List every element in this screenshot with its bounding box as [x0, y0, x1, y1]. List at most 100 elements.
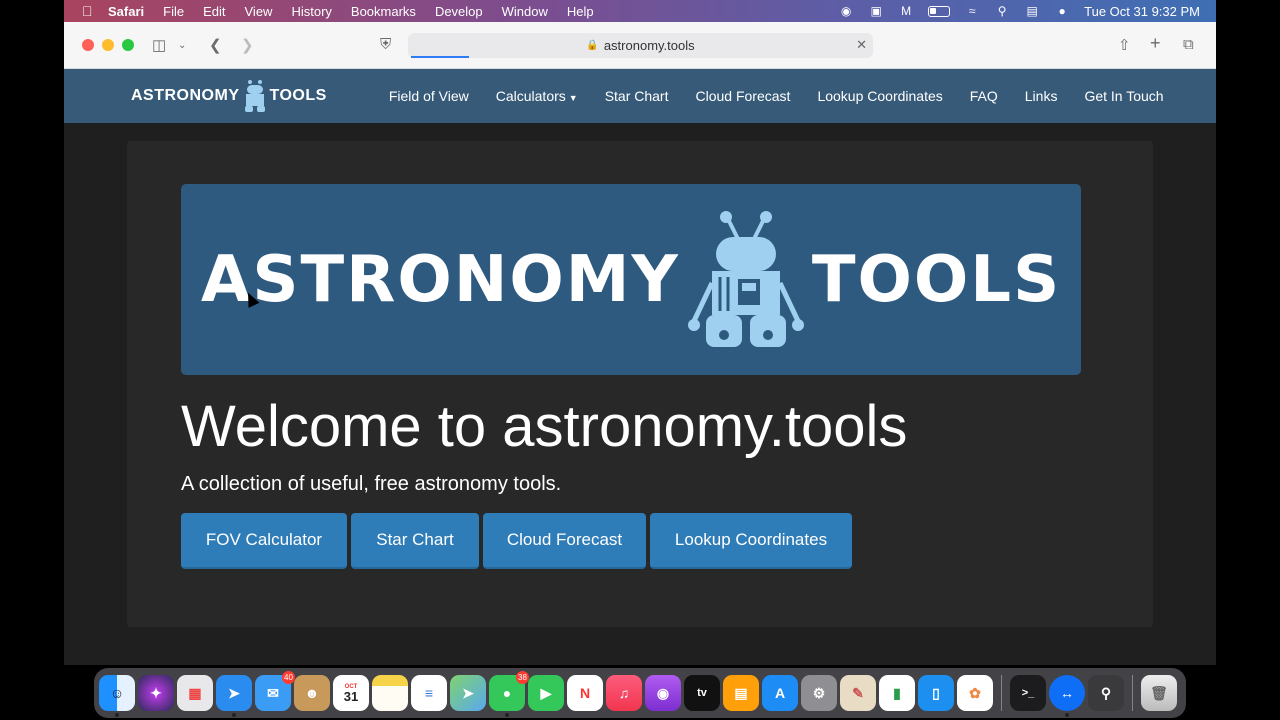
keynote-icon[interactable]: ▯ [918, 675, 954, 711]
logo-text-left: ASTRONOMY [131, 87, 240, 104]
screen-share-icon[interactable]: ▣ [868, 4, 884, 18]
news-icon[interactable]: N [567, 675, 603, 711]
site-logo[interactable]: ASTRONOMY TOOLS [131, 79, 327, 113]
chevron-down-icon[interactable]: ⌄ [178, 40, 186, 51]
siri-icon[interactable]: ● [1054, 4, 1070, 18]
web-page: ASTRONOMY TOOLS Field of View Calculator… [64, 69, 1216, 665]
wifi-icon[interactable]: ≈ [964, 4, 980, 18]
contacts-icon[interactable]: ☻ [294, 675, 330, 711]
address-bar[interactable]: 🔒 astronomy.tools ✕ [408, 33, 873, 58]
podcasts-icon[interactable]: ◉ [645, 675, 681, 711]
apple-tv-icon[interactable]: tv [684, 675, 720, 711]
numbers-icon[interactable]: ▮ [879, 675, 915, 711]
site-navbar: ASTRONOMY TOOLS Field of View Calculator… [64, 69, 1216, 123]
system-preferences-icon[interactable]: ⚙ [801, 675, 837, 711]
menu-window[interactable]: Window [502, 4, 548, 19]
nav-calculators[interactable]: Calculators ▼ [496, 88, 578, 104]
nav-star-chart[interactable]: Star Chart [605, 88, 669, 104]
app-store-icon[interactable]: A [762, 675, 798, 711]
window-controls [82, 39, 134, 51]
page-load-progress [411, 56, 469, 58]
nav-field-of-view[interactable]: Field of View [389, 88, 469, 104]
fullscreen-window-button[interactable] [122, 39, 134, 51]
mail-icon[interactable]: ✉ 40 [255, 671, 295, 711]
dock-separator [1132, 675, 1133, 711]
launchpad-icon[interactable]: ▦ [177, 675, 213, 711]
apple-menu-icon[interactable]:  [82, 3, 98, 19]
stop-loading-icon[interactable]: ✕ [856, 37, 867, 53]
photos-icon[interactable]: ✿ [957, 675, 993, 711]
control-center-icon[interactable]: ▤ [1024, 4, 1040, 18]
sidebar-toggle-icon[interactable]: ◫ [152, 36, 166, 54]
reminders-icon[interactable]: ≡ [411, 675, 447, 711]
macos-menu-bar:  Safari File Edit View History Bookmark… [64, 0, 1216, 22]
lookup-coordinates-button[interactable]: Lookup Coordinates [650, 513, 852, 569]
mail-badge: 40 [282, 671, 295, 684]
messages-badge: 38 [516, 671, 529, 684]
lock-icon: 🔒 [586, 40, 599, 51]
maps-icon[interactable]: ➤ [450, 675, 486, 711]
minimize-window-button[interactable] [102, 39, 114, 51]
screen-record-icon[interactable]: ◉ [838, 4, 854, 18]
hero-panel: ASTRONOMY TOOLS Welcome to astronomy.too… [127, 141, 1153, 627]
nav-get-in-touch[interactable]: Get In Touch [1084, 88, 1163, 104]
finder-icon[interactable]: ☺ [99, 675, 135, 717]
menu-file[interactable]: File [163, 4, 184, 19]
safari-toolbar: ◫ ⌄ ❮ ❯ ⛨ 🔒 astronomy.tools ✕ ⇧ + ⧉ [64, 22, 1216, 69]
tab-overview-icon[interactable]: ⧉ [1183, 36, 1194, 53]
forward-button[interactable]: ❯ [241, 36, 254, 54]
page-title: Welcome to astronomy.tools [181, 394, 908, 459]
app-menu: Safari File Edit View History Bookmarks … [108, 4, 613, 19]
cloud-forecast-button[interactable]: Cloud Forecast [483, 513, 646, 569]
spotlight-search-icon[interactable]: ⚲ [994, 4, 1010, 18]
books-icon[interactable]: ▤ [723, 675, 759, 711]
menu-view[interactable]: View [245, 4, 273, 19]
nav-cloud-forecast[interactable]: Cloud Forecast [696, 88, 791, 104]
calendar-icon[interactable]: OCT 31 [333, 675, 369, 711]
running-indicator [1065, 713, 1069, 717]
music-icon[interactable]: ♫ [606, 675, 642, 711]
menu-edit[interactable]: Edit [203, 4, 225, 19]
site-nav-links: Field of View Calculators ▼ Star Chart Cl… [389, 88, 1164, 104]
logo-text-right: TOOLS [269, 87, 327, 104]
back-button[interactable]: ❮ [209, 36, 222, 54]
status-area: ◉ ▣ M ≈ ⚲ ▤ ● Tue Oct 31 9:32 PM [838, 4, 1216, 19]
malwarebytes-icon[interactable]: M [898, 4, 914, 18]
url-text: astronomy.tools [603, 38, 695, 53]
teamviewer-icon[interactable]: ↔ [1049, 675, 1085, 717]
menu-safari[interactable]: Safari [108, 4, 144, 19]
page-tagline: A collection of useful, free astronomy t… [181, 473, 562, 495]
share-icon[interactable]: ⇧ [1118, 36, 1131, 54]
pages-icon[interactable]: ✎ [840, 675, 876, 711]
trash-icon[interactable]: 🗑 [1141, 675, 1177, 711]
siri-app-icon[interactable]: ✦ [138, 675, 174, 711]
quicktime-icon[interactable]: ⚲ [1088, 675, 1124, 711]
close-window-button[interactable] [82, 39, 94, 51]
notes-icon[interactable] [372, 675, 408, 711]
dock-separator [1001, 675, 1002, 711]
menu-bookmarks[interactable]: Bookmarks [351, 4, 416, 19]
facetime-icon[interactable]: ▶ [528, 675, 564, 711]
new-tab-icon[interactable]: + [1150, 33, 1161, 54]
menu-help[interactable]: Help [567, 4, 594, 19]
running-indicator [505, 713, 509, 717]
menu-develop[interactable]: Develop [435, 4, 483, 19]
safari-compass-icon[interactable]: ➤ [216, 675, 252, 717]
robot-mascot-icon [687, 210, 804, 347]
star-chart-button[interactable]: Star Chart [351, 513, 479, 569]
banner-text-right: TOOLS [811, 242, 1062, 317]
terminal-icon[interactable]: >_ [1010, 675, 1046, 711]
running-indicator [232, 713, 236, 717]
messages-icon[interactable]: ● 38 [489, 671, 529, 717]
fov-calculator-button[interactable]: FOV Calculator [181, 513, 347, 569]
clock[interactable]: Tue Oct 31 9:32 PM [1084, 4, 1200, 19]
nav-faq[interactable]: FAQ [970, 88, 998, 104]
tool-buttons: FOV Calculator Star Chart Cloud Forecast… [181, 513, 852, 569]
privacy-shield-icon[interactable]: ⛨ [380, 36, 391, 53]
nav-lookup-coordinates[interactable]: Lookup Coordinates [817, 88, 942, 104]
menu-history[interactable]: History [291, 4, 331, 19]
battery-icon[interactable] [928, 5, 951, 17]
hero-banner: ASTRONOMY TOOLS [181, 184, 1081, 375]
robot-logo-icon [244, 80, 265, 112]
nav-links[interactable]: Links [1025, 88, 1058, 104]
